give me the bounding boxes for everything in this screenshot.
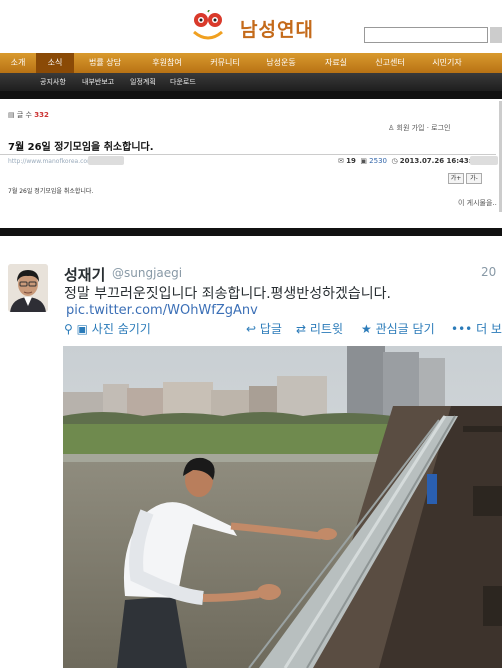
comment-icon: ✉: [338, 157, 344, 165]
avatar[interactable]: [8, 264, 48, 312]
site-logo[interactable]: 남성연대: [188, 8, 328, 44]
post-title: 7월 26일 정기모임을 취소합니다.: [8, 142, 154, 153]
retweet-icon: ⇄: [296, 322, 307, 336]
views-icon: ▣: [360, 157, 367, 165]
nav-item-reporter[interactable]: 시민기자: [418, 53, 476, 73]
font-larger-button[interactable]: 가+: [448, 173, 464, 184]
subnav-item-notice[interactable]: 공지사항: [40, 73, 66, 91]
post-body: 7월 26일 정기모임을 취소합니다.: [8, 188, 94, 195]
nav-item-news[interactable]: 소식: [36, 53, 74, 73]
subnav-item-schedule[interactable]: 일정계획: [130, 73, 156, 91]
nav-item-legal[interactable]: 법률 상담: [74, 53, 136, 73]
post-meta: ✉ 19 ▣ 2530 ◷ 2013.07.26 16:43:23: [338, 157, 481, 165]
logo-face-icon: [193, 10, 223, 40]
more-posts-link[interactable]: 이 게시물을..: [458, 198, 497, 208]
nav-item-community[interactable]: 커뮤니티: [198, 53, 252, 73]
redacted-block: [88, 156, 124, 165]
nav-item-report[interactable]: 신고센터: [362, 53, 418, 73]
tweet-author-handle[interactable]: @sungjaegi: [112, 266, 182, 280]
main-nav: 소개 소식 법률 상담 후원참여 커뮤니티 남성운동 자료실 신고센터 시민기자: [0, 53, 502, 73]
photo-icon: ▣: [76, 322, 88, 336]
view-count: 2530: [369, 157, 387, 165]
header-divider: [0, 91, 502, 99]
more-button[interactable]: ••• 더 보기: [451, 320, 502, 337]
star-icon: ★: [361, 322, 372, 336]
tweet-text: 정말 부끄러운짓입니다 죄송합니다.평생반성하겠습니다.: [64, 286, 391, 302]
nav-item-archive[interactable]: 자료실: [310, 53, 362, 73]
retweet-button[interactable]: ⇄ 리트윗: [296, 320, 343, 337]
hide-photo-button[interactable]: ⚲ ▣ 사진 숨기기: [64, 320, 151, 337]
nav-item-support[interactable]: 후원참여: [136, 53, 198, 73]
more-dots-icon: •••: [451, 322, 473, 336]
tweet-timestamp[interactable]: 20: [481, 265, 496, 279]
reply-button[interactable]: ↩ 답글: [246, 320, 282, 337]
separator-bar: [0, 228, 502, 236]
user-links[interactable]: ♙ 회원 가입 · 로그인: [388, 123, 451, 133]
post-url[interactable]: http://www.manofkorea.com/: [8, 158, 95, 165]
subnav-item-internal[interactable]: 내부반보고: [82, 73, 114, 91]
nav-item-movement[interactable]: 남성운동: [252, 53, 310, 73]
bridge-photo: [63, 346, 502, 668]
list-icon: ▤: [8, 111, 15, 119]
sub-nav: 공지사항 내부반보고 일정계획 다운로드: [0, 73, 502, 91]
site-logo-text: 남성연대: [240, 19, 314, 41]
location-pin-icon: ⚲: [64, 322, 73, 336]
reply-icon: ↩: [246, 322, 257, 336]
search-button[interactable]: [490, 27, 502, 43]
nav-item-intro[interactable]: 소개: [0, 53, 36, 73]
favorite-button[interactable]: ★ 관심글 담기: [361, 320, 435, 337]
post-view: ▤ 글 수 332 ♙ 회원 가입 · 로그인 7월 26일 정기모임을 취소합…: [0, 101, 502, 212]
post-count: ▤ 글 수 332: [8, 111, 49, 119]
profile-photo: [8, 264, 48, 312]
tweet: 성재기 @sungjaegi 20 정말 부끄러운짓입니다 죄송합니다.평생반성…: [0, 236, 502, 668]
subnav-item-download[interactable]: 다운로드: [170, 73, 196, 91]
font-smaller-button[interactable]: 가-: [466, 173, 482, 184]
site-header: 남성연대: [0, 0, 502, 50]
tweet-photo[interactable]: [63, 346, 502, 668]
comment-count: 19: [346, 157, 356, 165]
tweet-author-name[interactable]: 성재기: [64, 264, 105, 285]
user-icon: ♙: [388, 124, 395, 132]
title-divider: [0, 154, 496, 155]
clock-icon: ◷: [391, 157, 398, 165]
forum-screenshot: 남성연대 소개 소식 법률 상담 후원참여 커뮤니티 남성운동 자료실 신고센터…: [0, 0, 502, 212]
search-input[interactable]: [364, 27, 488, 43]
redacted-author: [470, 156, 498, 165]
tweet-photo-link[interactable]: pic.twitter.com/WOhWfZgAnv: [66, 303, 258, 318]
tweet-actions: ⚲ ▣ 사진 숨기기 ↩ 답글 ⇄ 리트윗 ★ 관심글 담기 ••• 더 보기: [64, 320, 502, 338]
